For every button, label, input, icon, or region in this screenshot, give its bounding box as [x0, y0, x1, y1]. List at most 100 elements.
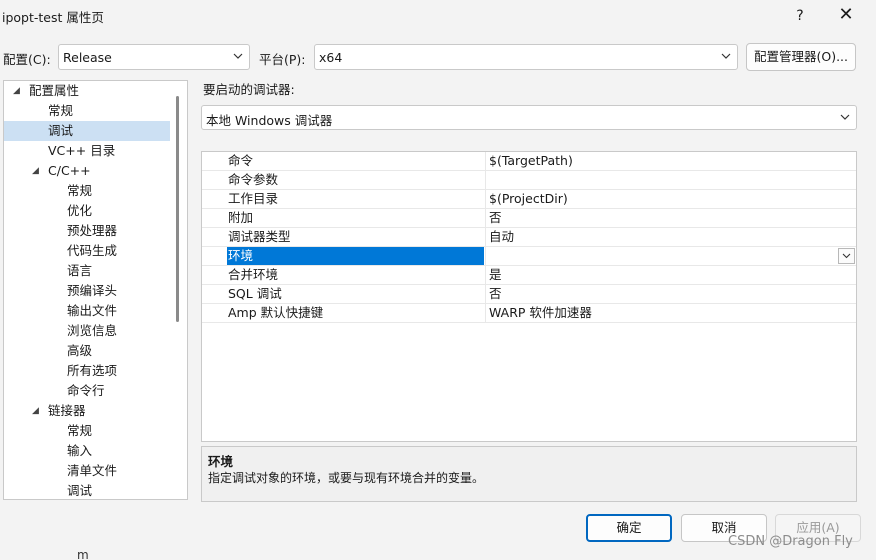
property-name: Amp 默认快捷键	[228, 305, 324, 320]
property-name: 调试器类型	[228, 229, 291, 244]
config-select[interactable]: Release	[58, 44, 250, 70]
tree-item[interactable]: 语言	[4, 261, 174, 281]
chevron-down-icon	[233, 53, 243, 59]
value-dropdown-button[interactable]	[838, 248, 855, 264]
tree-item-label: 优化	[67, 203, 93, 218]
property-row[interactable]: 命令参数	[202, 171, 856, 190]
property-name: 附加	[228, 210, 254, 225]
property-row[interactable]: 附加 否	[202, 209, 856, 228]
platform-select[interactable]: x64	[314, 44, 738, 70]
tree-item[interactable]: 代码生成	[4, 241, 174, 261]
expand-arrow-icon[interactable]: ◢	[13, 81, 23, 101]
debugger-select[interactable]: 本地 Windows 调试器	[201, 105, 857, 130]
tree-item-label: 调试	[48, 123, 74, 138]
chevron-down-icon	[840, 114, 850, 120]
tree-item-label: 语言	[67, 263, 93, 278]
tree-item[interactable]: VC++ 目录	[4, 141, 174, 161]
property-value[interactable]: 自动	[485, 228, 855, 246]
tree-item[interactable]: 输入	[4, 441, 174, 461]
property-row[interactable]: 合并环境 是	[202, 266, 856, 285]
window-title: ipopt-test 属性页	[2, 10, 104, 25]
property-name: 合并环境	[228, 267, 279, 282]
property-value[interactable]: $(TargetPath)	[485, 152, 855, 170]
tree-item[interactable]: 高级	[4, 341, 174, 361]
tree-item-label: 链接器	[48, 403, 86, 418]
close-icon[interactable]: ✕	[834, 4, 858, 28]
tree-item[interactable]: 预编译头	[4, 281, 174, 301]
tree-item[interactable]: 常规	[4, 181, 174, 201]
tree-item[interactable]: ◢ 配置属性	[4, 81, 174, 101]
property-row[interactable]: SQL 调试 否	[202, 285, 856, 304]
tree-item[interactable]: 常规	[4, 101, 174, 121]
tree-item[interactable]: 预处理器	[4, 221, 174, 241]
tree-item-label: 代码生成	[67, 243, 118, 258]
property-value[interactable]	[485, 171, 855, 189]
chevron-down-icon	[842, 253, 851, 259]
tree-item-label: 输出文件	[67, 303, 118, 318]
tree-item-label: 预处理器	[67, 223, 118, 238]
property-name: 命令	[228, 153, 254, 168]
tree-item[interactable]: ◢ C/C++	[4, 161, 174, 181]
tree-item-label: 所有选项	[67, 363, 118, 378]
tree-item[interactable]: ◢ 链接器	[4, 401, 174, 421]
debugger-value: 本地 Windows 调试器	[206, 113, 333, 128]
property-row[interactable]: Amp 默认快捷键 WARP 软件加速器	[202, 304, 856, 323]
property-row[interactable]: 环境	[202, 247, 856, 266]
property-row[interactable]: 工作目录 $(ProjectDir)	[202, 190, 856, 209]
property-grid: 命令 $(TargetPath) 命令参数 工作目录 $(ProjectDir) 附加否调…	[201, 151, 857, 442]
tree-item[interactable]: 浏览信息	[4, 321, 174, 341]
tree-item-label: C/C++	[48, 163, 91, 178]
tree-item[interactable]: 调试	[4, 481, 174, 499]
expand-arrow-icon[interactable]: ◢	[32, 401, 42, 421]
tree-item-label: 常规	[67, 183, 93, 198]
tree-item[interactable]: 调试	[4, 121, 170, 141]
tree-item[interactable]: 输出文件	[4, 301, 174, 321]
tree-item[interactable]: 常规	[4, 421, 174, 441]
description-panel: 环境 指定调试对象的环境，或要与现有环境合并的变量。	[201, 446, 857, 502]
property-row[interactable]: 命令 $(TargetPath)	[202, 152, 856, 171]
property-name: 命令参数	[228, 172, 279, 187]
title-bar: ipopt-test 属性页 ? ✕	[0, 0, 876, 32]
stray-text: m	[77, 548, 89, 560]
config-value: Release	[63, 50, 112, 65]
property-value[interactable]: 是	[485, 266, 855, 284]
config-manager-button[interactable]: 配置管理器(O)...	[746, 43, 856, 71]
tree-item-label: 配置属性	[29, 83, 80, 98]
property-name: 工作目录	[228, 191, 279, 206]
property-value[interactable]	[485, 247, 855, 265]
description-title: 环境	[208, 454, 234, 469]
tree-item-label: 清单文件	[67, 463, 118, 478]
tree-item[interactable]: 命令行	[4, 381, 174, 401]
chevron-down-icon	[721, 53, 731, 59]
property-tree: ◢ 配置属性 常规 调试 VC++ 目录 ◢ C/C++ 常规 优化 预处理器 代码生成 语言 预编译头…	[3, 80, 188, 500]
debugger-heading: 要启动的调试器:	[203, 82, 295, 97]
platform-value: x64	[319, 50, 343, 65]
tree-item-label: 输入	[67, 443, 93, 458]
property-row[interactable]: 调试器类型 自动	[202, 228, 856, 247]
expand-arrow-icon[interactable]: ◢	[32, 161, 42, 181]
tree-item[interactable]: 优化	[4, 201, 174, 221]
property-name: 环境	[227, 247, 484, 265]
help-icon[interactable]: ?	[790, 6, 810, 26]
property-value[interactable]: WARP 软件加速器	[485, 304, 855, 322]
tree-item-label: 调试	[67, 483, 93, 498]
config-label: 配置(C):	[3, 52, 51, 67]
ok-button[interactable]: 确定	[586, 514, 672, 542]
tree-scrollbar[interactable]	[176, 96, 179, 322]
tree-item-label: 预编译头	[67, 283, 118, 298]
property-name: SQL 调试	[228, 286, 282, 301]
platform-label: 平台(P):	[259, 52, 306, 67]
tree-item-label: 高级	[67, 343, 93, 358]
tree-item-label: 命令行	[67, 383, 105, 398]
tree-item-label: 浏览信息	[67, 323, 118, 338]
property-value[interactable]: 否	[485, 209, 855, 227]
tree-item-label: VC++ 目录	[48, 143, 116, 158]
tree-item[interactable]: 所有选项	[4, 361, 174, 381]
description-text: 指定调试对象的环境，或要与现有环境合并的变量。	[208, 471, 485, 485]
tree-item-label: 常规	[48, 103, 74, 118]
watermark: CSDN @Dragon Fly	[728, 534, 853, 549]
property-value[interactable]: 否	[485, 285, 855, 303]
property-value[interactable]: $(ProjectDir)	[485, 190, 855, 208]
tree-item-label: 常规	[67, 423, 93, 438]
tree-item[interactable]: 清单文件	[4, 461, 174, 481]
